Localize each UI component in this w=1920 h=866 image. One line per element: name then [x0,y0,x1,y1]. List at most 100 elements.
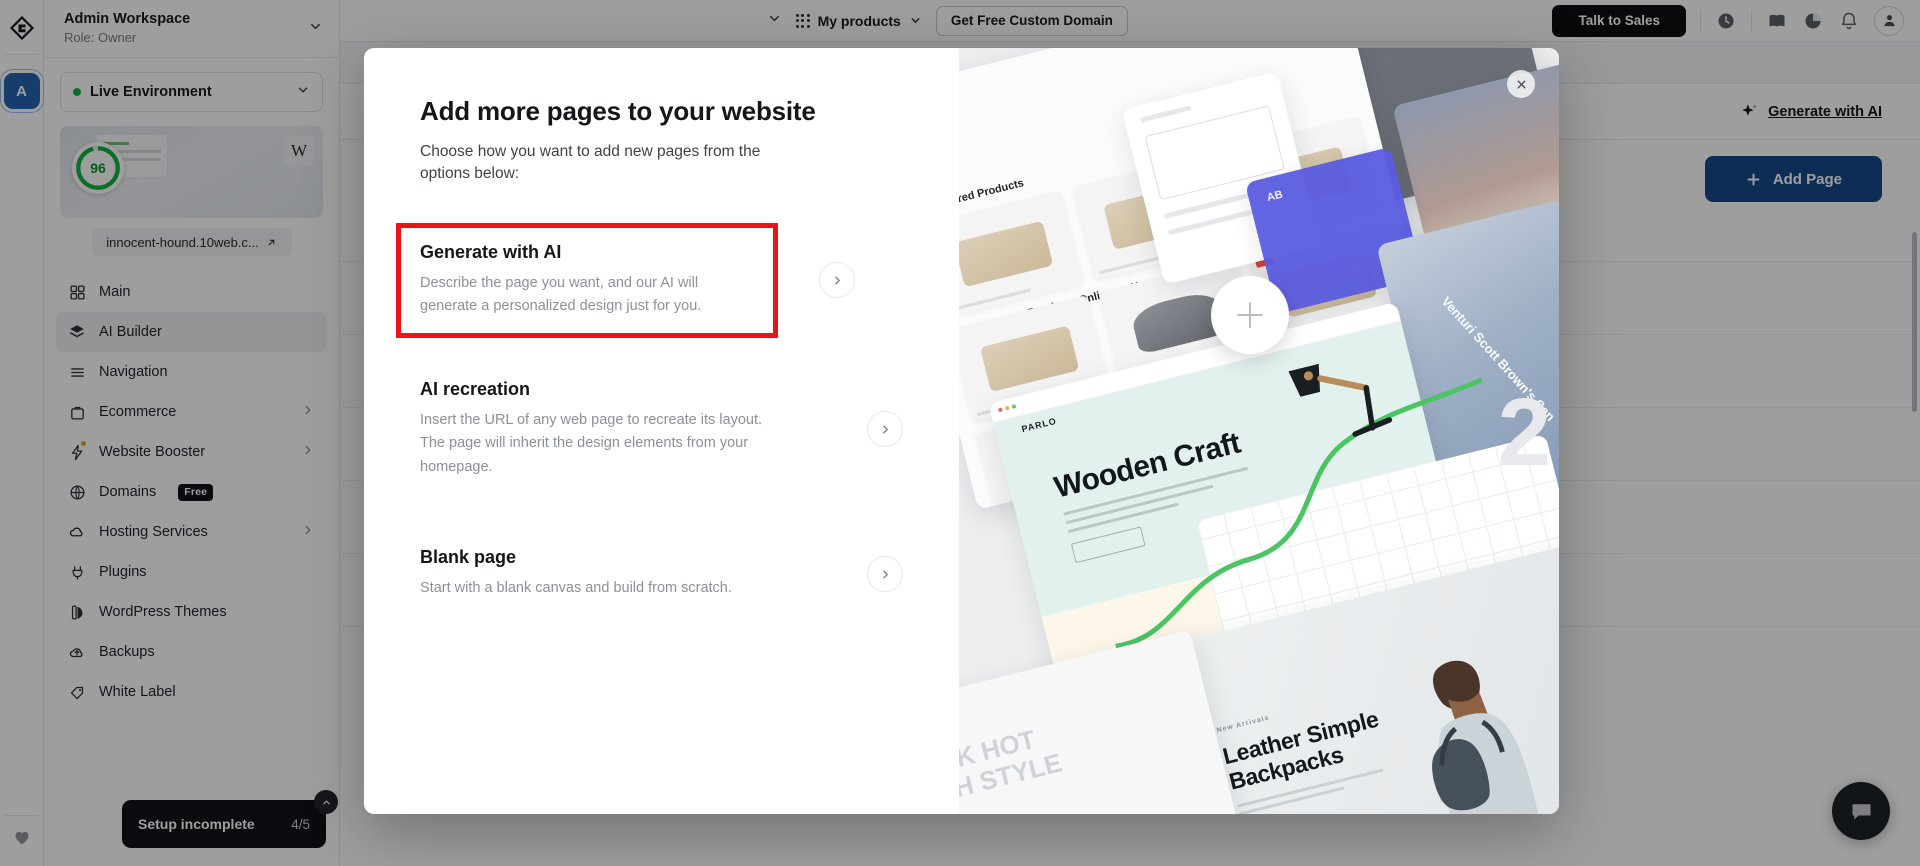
topbar-right-group: Talk to Sales [1552,4,1904,37]
bell-icon[interactable] [1838,10,1860,32]
collage-look-hot-sheet: LOOK HOT WITH STYLE [959,629,1239,814]
wordpress-theme-icon [68,603,86,621]
icon-rail: A [0,0,44,866]
sidebar-item-navigation[interactable]: Navigation [56,352,327,392]
sidebar-item-label: Ecommerce [99,404,177,420]
grid-icon [68,283,86,301]
add-pages-modal: Add more pages to your website Choose ho… [364,48,1559,814]
sidebar-item-label: Navigation [99,364,168,380]
sidebar-item-backups[interactable]: Backups [56,632,327,672]
sidebar-item-plugins[interactable]: Plugins [56,552,327,592]
collage-person-with-backpack [1432,660,1552,814]
environment-section: Live Environment [44,58,339,112]
workspace-selector[interactable]: Admin Workspace Role: Owner [44,0,339,58]
chevron-right-icon[interactable] [819,262,855,299]
app-grid-icon [795,13,810,28]
cloud-upload-icon [68,643,86,661]
app-root: A Admin Workspace Role: Owner Live Envir… [0,0,1920,866]
talk-to-sales-button[interactable]: Talk to Sales [1552,4,1686,37]
sidebar-item-white-label[interactable]: White Label [56,672,327,712]
site-preview-thumbnail[interactable]: 96 W [60,126,323,218]
history-clock-icon[interactable] [1715,10,1737,32]
site-url-pill[interactable]: innocent-hound.10web.c... [91,228,292,256]
sidebar-item-label: Backups [99,644,155,660]
close-icon[interactable] [1507,70,1535,98]
modal-option-generate-with-ai[interactable]: Generate with AI Describe the page you wa… [396,222,855,338]
workspace-name: Admin Workspace [64,11,191,28]
chevron-right-icon[interactable] [867,556,903,593]
modal-options-list: Generate with AI Describe the page you wa… [396,222,903,613]
sidebar-item-ai-builder[interactable]: AI Builder [56,312,327,352]
modal-title: Add more pages to your website [420,96,816,126]
topbar-divider-2 [1751,10,1752,31]
chat-bubble-icon[interactable] [1832,782,1890,840]
setup-toast-label: Setup incomplete [138,816,255,832]
collage-big-number: 2 [1497,379,1551,486]
sidebar-item-label: Hosting Services [99,524,208,540]
sidebar-item-wordpress-themes[interactable]: WordPress Themes [56,592,327,632]
sidebar-item-ecommerce[interactable]: Ecommerce [56,392,327,432]
environment-label: Live Environment [90,84,212,100]
sidebar-item-label: White Label [99,684,176,700]
option-body: AI recreation Insert the URL of any web p… [420,379,867,479]
sidebar-item-main[interactable]: Main [56,272,327,312]
option-title: AI recreation [420,378,531,399]
collage-look-hot-headline: LOOK HOT WITH STYLE [959,720,1065,814]
heart-icon[interactable] [11,826,33,848]
collage-backpack-eyebrow: New Arrivals [1215,714,1271,735]
content-scrollbar[interactable] [1912,232,1917,412]
workspace-role: Role: Owner [64,29,137,45]
rail-divider [4,54,39,55]
chevron-down-icon [308,19,323,39]
sidebar-item-website-booster[interactable]: Website Booster [56,432,327,472]
get-free-custom-domain-button[interactable]: Get Free Custom Domain [935,5,1128,36]
my-products-menu[interactable]: My products [795,12,922,29]
layers-icon [68,323,86,341]
add-page-button[interactable]: Add Page [1704,156,1882,202]
modal-subtitle: Choose how you want to add new pages fro… [420,143,761,183]
sidebar-item-label: AI Builder [99,324,162,340]
chevron-right-icon[interactable] [867,411,903,448]
bag-icon [68,403,86,421]
rail-divider-bottom [4,815,39,816]
sidebar-item-hosting-services[interactable]: Hosting Services [56,512,327,552]
plus-icon[interactable] [1211,276,1289,354]
tag-icon [68,683,86,701]
modal-left-panel: Add more pages to your website Choose ho… [364,48,959,814]
environment-selector[interactable]: Live Environment [60,72,323,112]
collage-blue-label: AB [1265,188,1285,205]
sidebar-item-domains[interactable]: Domains Free [56,472,327,512]
score-value: 96 [90,160,106,176]
option-title: Generate with AI [420,241,562,262]
performance-score[interactable]: 96 [72,142,124,194]
pie-chart-icon[interactable] [1802,10,1824,32]
notification-dot [81,441,86,446]
sparkle-icon [1742,104,1757,116]
book-icon[interactable] [1766,10,1788,32]
option-body: Generate with AI Describe the page you wa… [420,242,773,319]
sidebar-item-label: Plugins [99,564,147,580]
chevron-up-icon[interactable] [314,790,338,814]
external-link-icon [268,239,275,245]
option-body: Blank page Start with a blank canvas and … [420,547,867,600]
plus-icon [1747,173,1760,185]
tenweb-logo-icon[interactable] [0,6,44,50]
option-description: Insert the URL of any web page to recrea… [420,411,763,475]
site-url-label: innocent-hound.10web.c... [106,234,259,250]
globe-icon [68,483,86,501]
top-bar: My products Get Free Custom Domain Talk … [340,0,1920,42]
add-page-label: Add Page [1772,170,1842,188]
setup-toast-count: 4/5 [291,816,310,832]
workspace-avatar[interactable]: A [3,73,40,109]
chevron-down-icon [296,83,310,102]
chevron-right-icon [301,403,315,421]
user-avatar-icon[interactable] [1874,5,1904,36]
cloud-icon [68,523,86,541]
my-products-label: My products [817,12,901,29]
workspace-chevron-icon[interactable] [767,11,782,31]
setup-incomplete-toast[interactable]: Setup incomplete 4/5 [122,790,338,848]
modal-option-ai-recreation[interactable]: AI recreation Insert the URL of any web p… [420,367,903,491]
collage-parlo-brand: PARLO [1020,415,1058,435]
generate-with-ai-link[interactable]: Generate with AI [1768,104,1882,120]
modal-option-blank-page[interactable]: Blank page Start with a blank canvas and … [420,535,903,612]
